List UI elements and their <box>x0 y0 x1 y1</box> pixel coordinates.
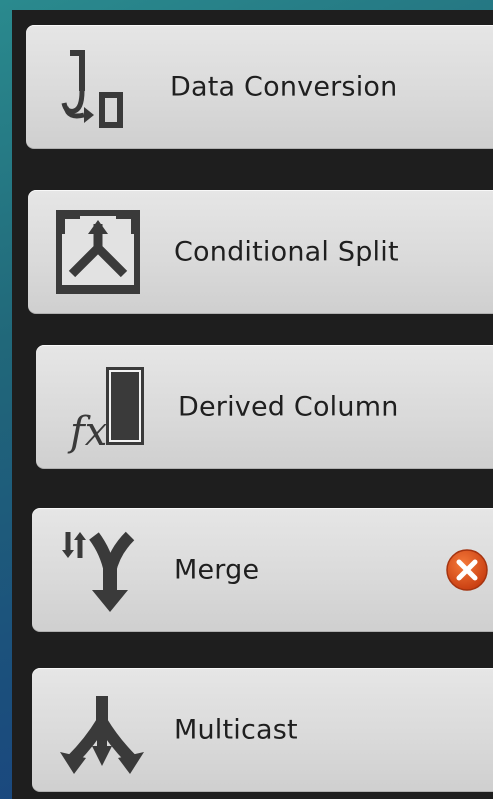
toolbox-item-data-conversion[interactable]: Data Conversion <box>26 25 493 149</box>
conditional-split-icon <box>50 204 146 300</box>
merge-icon <box>54 522 150 618</box>
toolbox-item-derived-column[interactable]: fx Derived Column <box>36 345 493 469</box>
error-icon[interactable] <box>445 548 489 592</box>
toolbox-item-label: Merge <box>174 554 260 586</box>
data-conversion-icon <box>48 39 144 135</box>
toolbox-item-label: Conditional Split <box>174 236 399 268</box>
toolbox-panel: Data Conversion Conditional Split fx Der… <box>12 10 493 799</box>
toolbox-item-label: Multicast <box>174 714 298 746</box>
fx-glyph: fx <box>67 409 107 455</box>
toolbox-item-multicast[interactable]: Multicast <box>32 668 493 792</box>
toolbox-item-merge[interactable]: Merge <box>32 508 493 632</box>
toolbox-item-label: Data Conversion <box>170 71 398 103</box>
multicast-icon <box>54 682 150 778</box>
toolbox-item-conditional-split[interactable]: Conditional Split <box>28 190 493 314</box>
derived-column-icon: fx <box>58 359 154 455</box>
toolbox-item-label: Derived Column <box>178 391 399 423</box>
